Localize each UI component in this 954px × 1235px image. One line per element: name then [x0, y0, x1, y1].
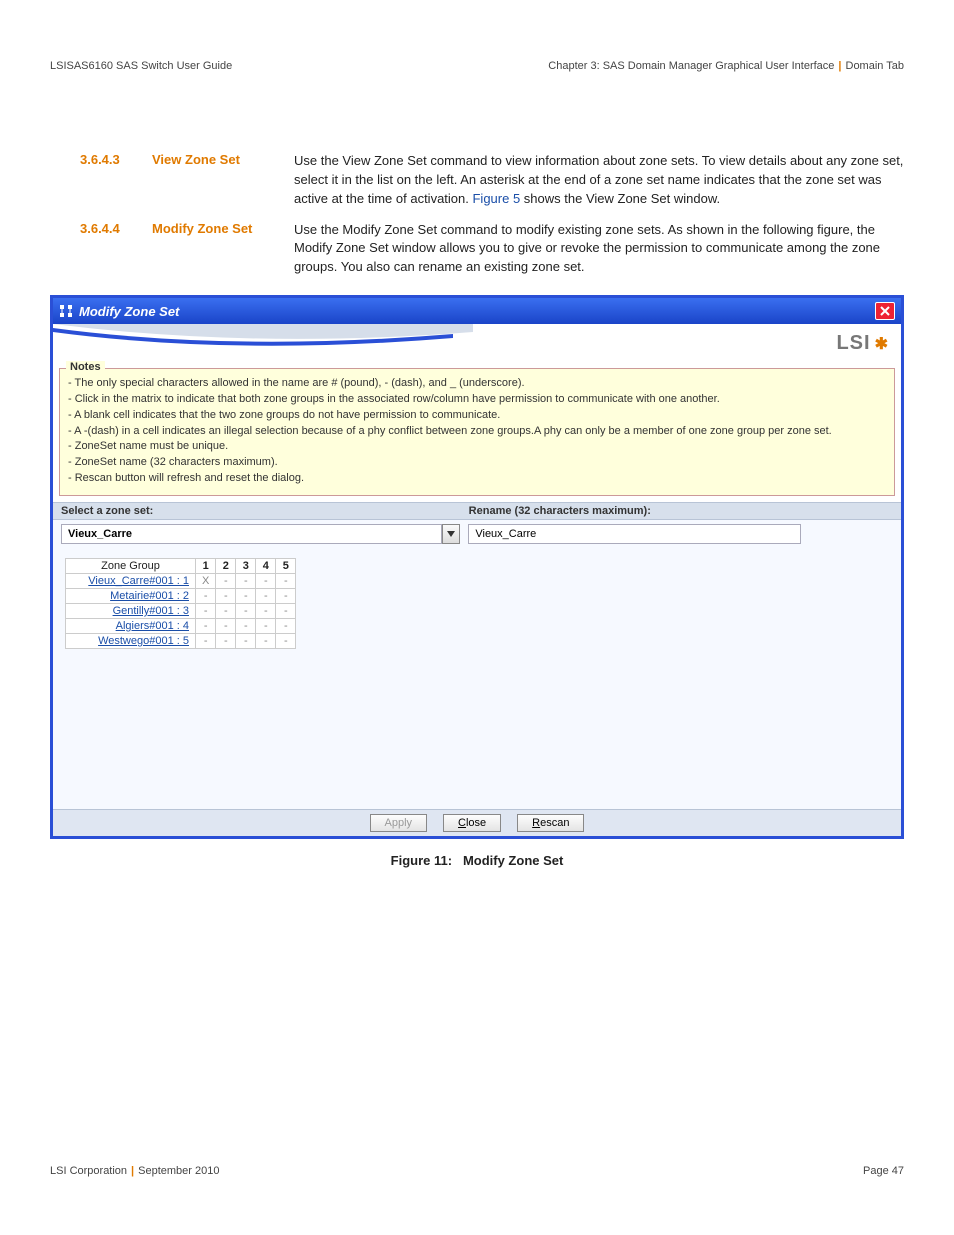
section-title: Modify Zone Set [152, 221, 282, 278]
matrix-cell[interactable]: - [256, 573, 276, 588]
matrix-col-header: 4 [256, 558, 276, 573]
notes-line: - A blank cell indicates that the two zo… [68, 408, 886, 423]
zone-matrix: Zone Group12345Vieux_Carre#001 : 1X----M… [65, 558, 296, 649]
matrix-cell[interactable]: - [216, 633, 236, 648]
matrix-cell[interactable]: - [276, 633, 296, 648]
zoneset-select[interactable] [61, 524, 442, 544]
matrix-cell[interactable]: - [276, 618, 296, 633]
table-row: Algiers#001 : 4----- [66, 618, 296, 633]
table-row: Metairie#001 : 2----- [66, 588, 296, 603]
matrix-cell[interactable]: - [236, 588, 256, 603]
dropdown-button[interactable] [442, 524, 460, 544]
notes-line: - ZoneSet name (32 characters maximum). [68, 455, 886, 470]
matrix-cell[interactable]: - [276, 588, 296, 603]
matrix-cell[interactable]: - [196, 588, 216, 603]
matrix-cell[interactable]: - [196, 603, 216, 618]
matrix-cell[interactable]: - [196, 618, 216, 633]
rename-input[interactable] [468, 524, 801, 544]
lsi-logo: LSI ✱ [836, 332, 889, 355]
matrix-cell[interactable]: - [276, 603, 296, 618]
figure-link[interactable]: Figure 5 [472, 191, 520, 206]
matrix-col-header: 5 [276, 558, 296, 573]
section-body: Use the Modify Zone Set command to modif… [294, 221, 904, 278]
section-number: 3.6.4.3 [80, 152, 140, 209]
notes-line: - Click in the matrix to indicate that b… [68, 392, 886, 407]
zone-group-link[interactable]: Gentilly#001 : 3 [113, 605, 189, 617]
matrix-cell[interactable]: - [216, 588, 236, 603]
matrix-cell[interactable]: - [216, 618, 236, 633]
matrix-col-header: 3 [236, 558, 256, 573]
matrix-cell[interactable]: - [256, 603, 276, 618]
dialog-banner: LSI ✱ [53, 324, 901, 364]
rescan-button[interactable]: Rescan [517, 814, 584, 832]
zone-group-link[interactable]: Metairie#001 : 2 [110, 590, 189, 602]
zone-group-link[interactable]: Westwego#001 : 5 [98, 635, 189, 647]
matrix-cell[interactable]: - [236, 618, 256, 633]
matrix-cell[interactable]: - [216, 603, 236, 618]
dialog-titlebar: Modify Zone Set [53, 298, 901, 324]
page-footer: LSI Corporation|September 2010 Page 47 [50, 1165, 904, 1177]
matrix-cell[interactable]: X [196, 573, 216, 588]
matrix-cell[interactable]: - [256, 588, 276, 603]
matrix-col-header: 1 [196, 558, 216, 573]
section-title: View Zone Set [152, 152, 282, 209]
apply-button[interactable]: Apply [370, 814, 428, 832]
notes-line: - The only special characters allowed in… [68, 376, 886, 391]
notes-line: - A -(dash) in a cell indicates an illeg… [68, 424, 886, 439]
app-icon [59, 304, 73, 318]
header-right: Chapter 3: SAS Domain Manager Graphical … [548, 60, 904, 72]
logo-glyph-icon: ✱ [875, 334, 889, 354]
close-dialog-button[interactable]: Close [443, 814, 501, 832]
close-button[interactable] [875, 302, 895, 320]
zone-matrix-area: Zone Group12345Vieux_Carre#001 : 1X----M… [53, 548, 901, 809]
dialog-title: Modify Zone Set [79, 304, 179, 319]
zone-group-link[interactable]: Vieux_Carre#001 : 1 [88, 575, 189, 587]
modify-zone-set-dialog: Modify Zone Set LSI ✱ Notes - The only [50, 295, 904, 839]
table-row: Westwego#001 : 5----- [66, 633, 296, 648]
section-number: 3.6.4.4 [80, 221, 140, 278]
figure-caption: Figure 11: Modify Zone Set [50, 853, 904, 868]
matrix-cell[interactable]: - [236, 633, 256, 648]
select-label: Select a zone set: [61, 505, 469, 517]
matrix-cell[interactable]: - [236, 603, 256, 618]
matrix-col-header: 2 [216, 558, 236, 573]
notes-line: - Rescan button will refresh and reset t… [68, 471, 886, 486]
notes-legend: Notes [66, 361, 105, 373]
notes-line: - ZoneSet name must be unique. [68, 439, 886, 454]
matrix-cell[interactable]: - [276, 573, 296, 588]
matrix-cell[interactable]: - [196, 633, 216, 648]
dialog-button-bar: Apply Close Rescan [53, 809, 901, 836]
matrix-cell[interactable]: - [256, 618, 276, 633]
page-header: LSISAS6160 SAS Switch User Guide Chapter… [50, 60, 904, 72]
matrix-header: Zone Group [66, 558, 196, 573]
matrix-cell[interactable]: - [236, 573, 256, 588]
matrix-cell[interactable]: - [256, 633, 276, 648]
section-body: Use the View Zone Set command to view in… [294, 152, 904, 209]
table-row: Vieux_Carre#001 : 1X---- [66, 573, 296, 588]
zone-group-link[interactable]: Algiers#001 : 4 [116, 620, 189, 632]
fields-header: Select a zone set: Rename (32 characters… [53, 502, 901, 520]
rename-label: Rename (32 characters maximum): [469, 505, 893, 517]
matrix-cell[interactable]: - [216, 573, 236, 588]
header-left: LSISAS6160 SAS Switch User Guide [50, 60, 232, 72]
notes-panel: Notes - The only special characters allo… [59, 368, 895, 496]
table-row: Gentilly#001 : 3----- [66, 603, 296, 618]
